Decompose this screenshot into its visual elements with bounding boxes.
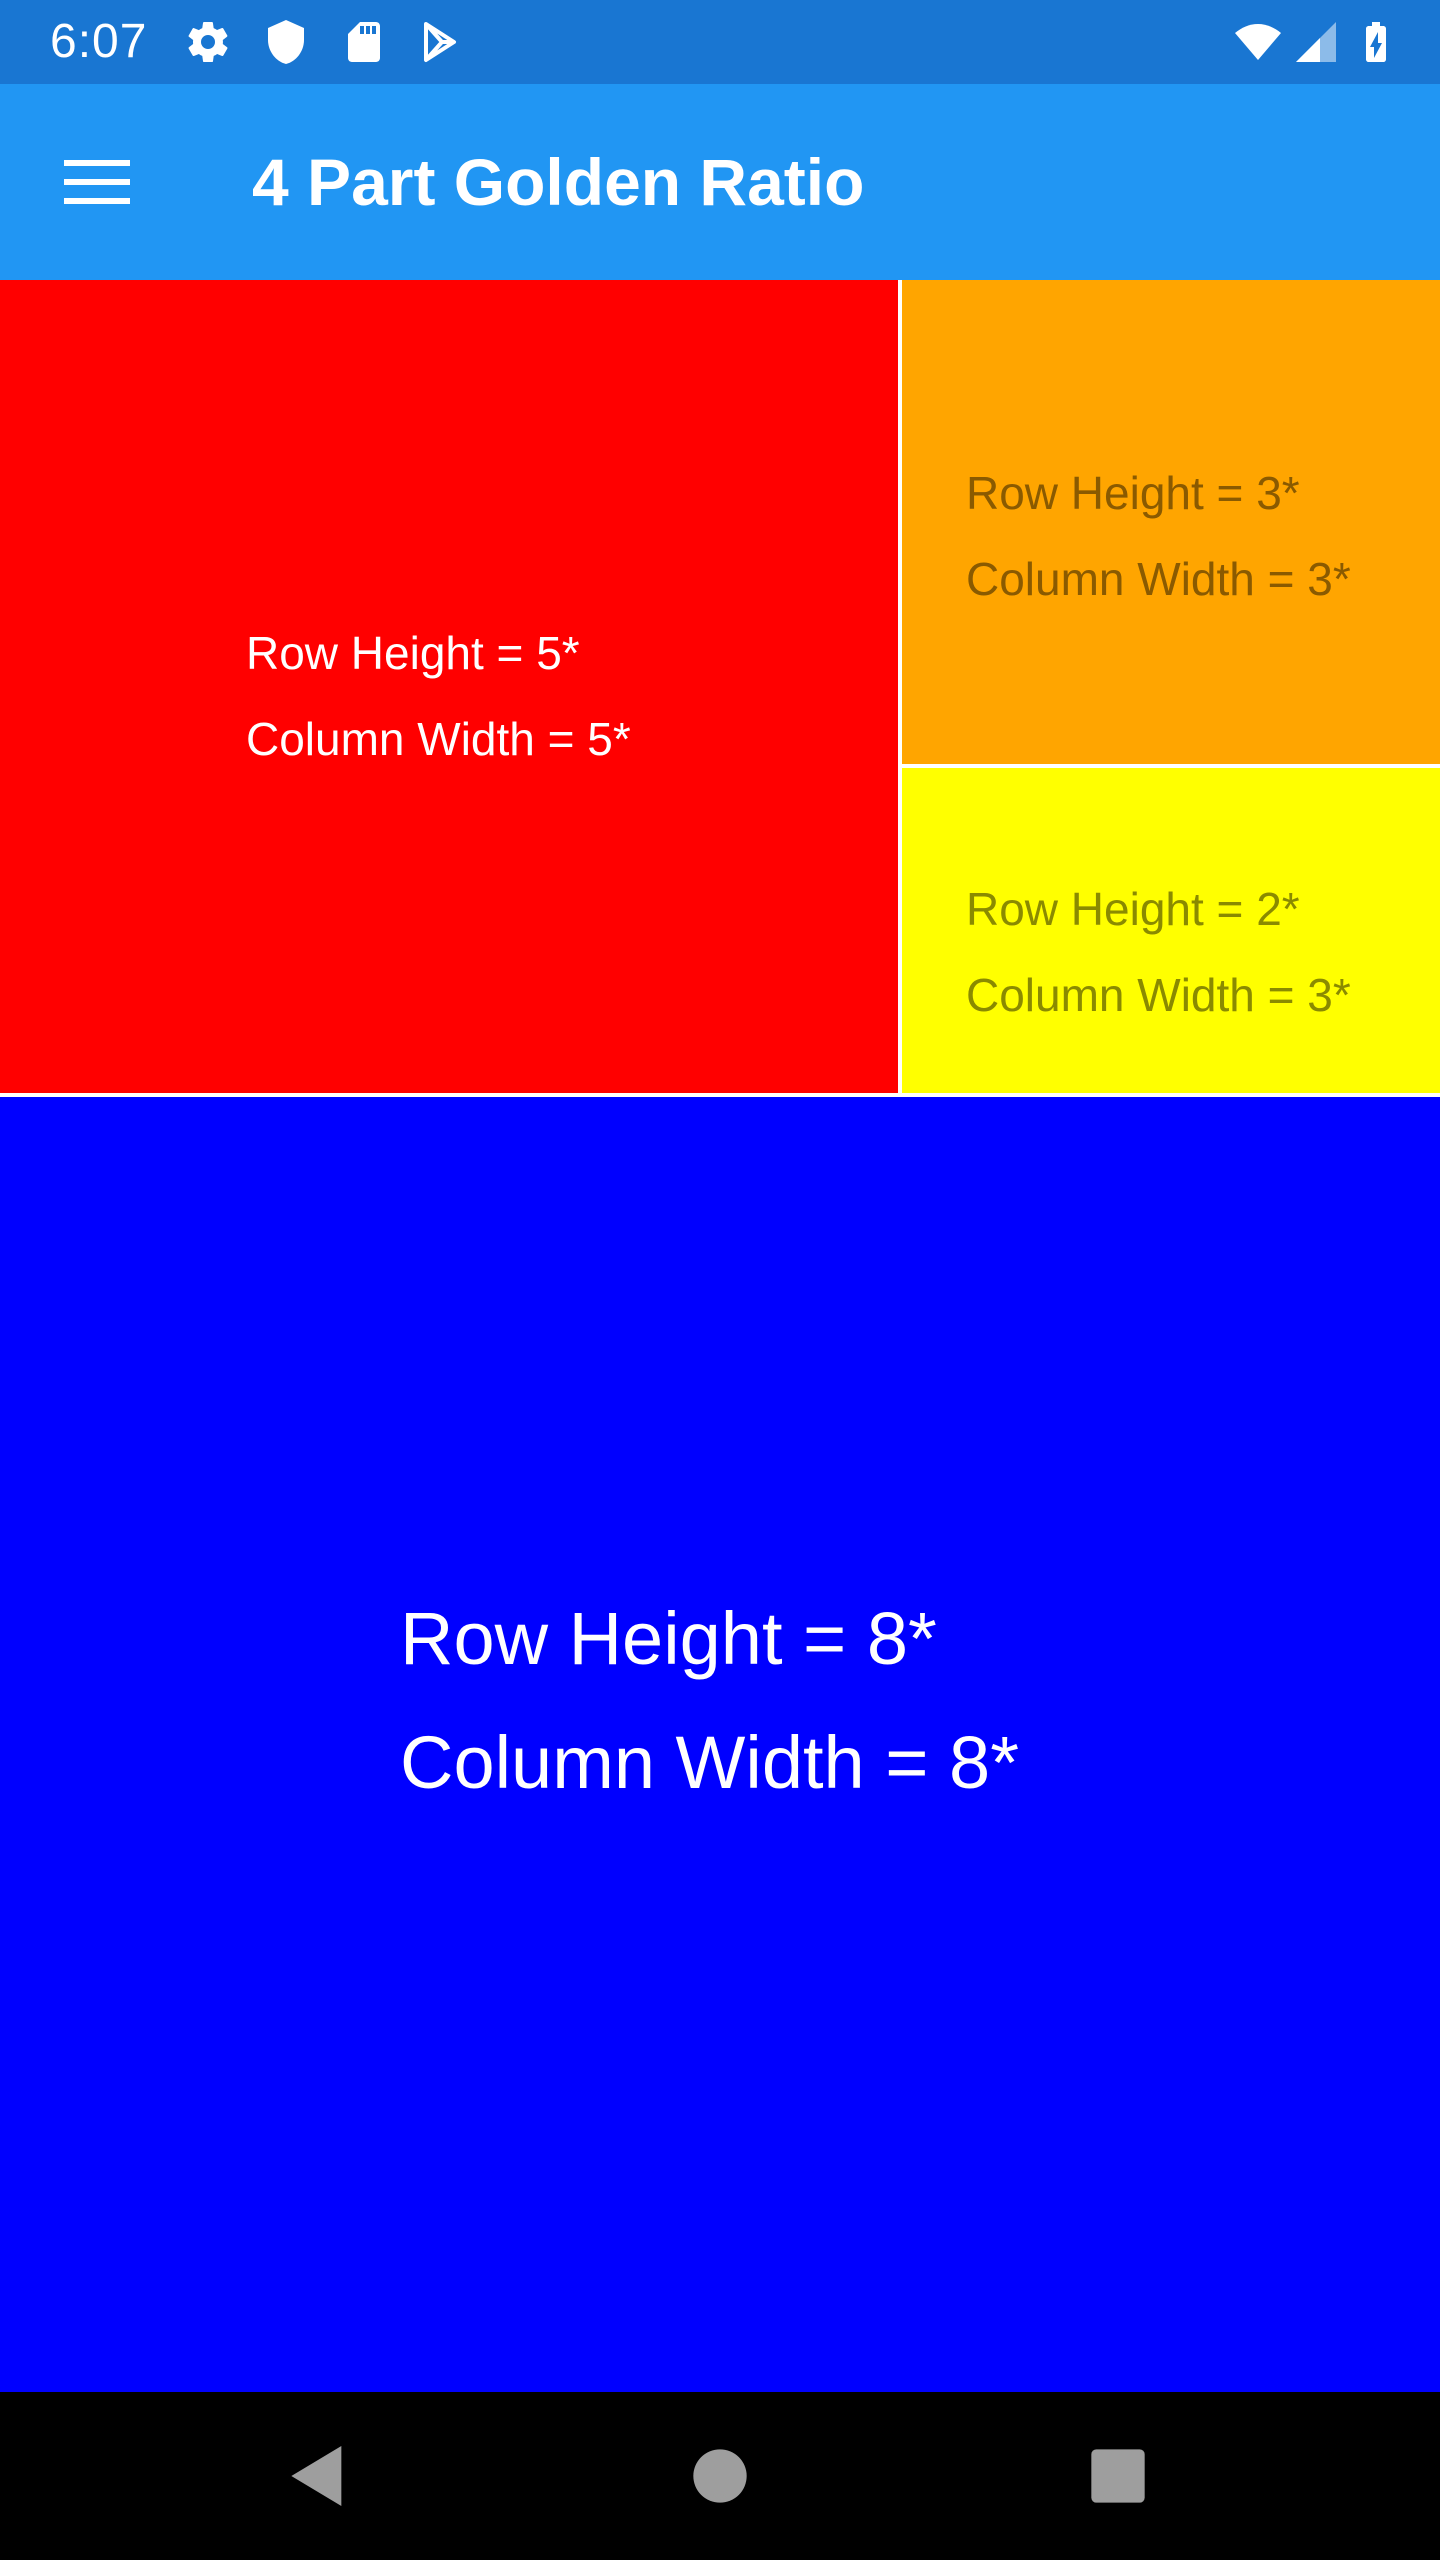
back-icon[interactable]	[278, 2436, 358, 2516]
play-store-icon	[416, 18, 464, 66]
red-cell: Row Height = 5* Column Width = 5*	[0, 280, 898, 1093]
settings-icon	[184, 18, 232, 66]
red-row-height-text: Row Height = 5*	[246, 627, 580, 679]
orange-cell: Row Height = 3* Column Width = 3*	[902, 280, 1440, 764]
app-bar: 4 Part Golden Ratio	[0, 84, 1440, 280]
blue-cell: Row Height = 8* Column Width = 8*	[0, 1097, 1440, 2392]
blue-cell-label: Row Height = 8* Column Width = 8*	[400, 1577, 1019, 1825]
yellow-row-height-text: Row Height = 2*	[966, 883, 1300, 935]
orange-cell-label: Row Height = 3* Column Width = 3*	[966, 450, 1351, 622]
status-time: 6:07	[50, 15, 148, 68]
orange-column-width-text: Column Width = 3*	[966, 553, 1351, 605]
cell-signal-icon	[1292, 18, 1340, 66]
blue-row-height-text: Row Height = 8*	[400, 1597, 937, 1680]
golden-ratio-grid: Row Height = 5* Column Width = 5* Row He…	[0, 280, 1440, 2392]
orange-row-height-text: Row Height = 3*	[966, 467, 1300, 519]
yellow-cell: Row Height = 2* Column Width = 3*	[902, 768, 1440, 1093]
red-column-width-text: Column Width = 5*	[246, 713, 631, 765]
wifi-icon	[1230, 18, 1286, 66]
recents-icon[interactable]	[1078, 2436, 1158, 2516]
yellow-cell-label: Row Height = 2* Column Width = 3*	[966, 866, 1351, 1038]
sd-card-icon	[340, 18, 388, 66]
hamburger-menu-icon[interactable]	[40, 130, 156, 234]
battery-charging-icon	[1352, 18, 1400, 66]
page-title: 4 Part Golden Ratio	[252, 145, 865, 219]
navigation-bar	[0, 2392, 1440, 2560]
status-bar: 6:07	[0, 0, 1440, 84]
home-icon[interactable]	[680, 2436, 760, 2516]
shield-icon	[262, 18, 310, 66]
blue-column-width-text: Column Width = 8*	[400, 1721, 1019, 1804]
yellow-column-width-text: Column Width = 3*	[966, 969, 1351, 1021]
red-cell-label: Row Height = 5* Column Width = 5*	[246, 610, 631, 782]
